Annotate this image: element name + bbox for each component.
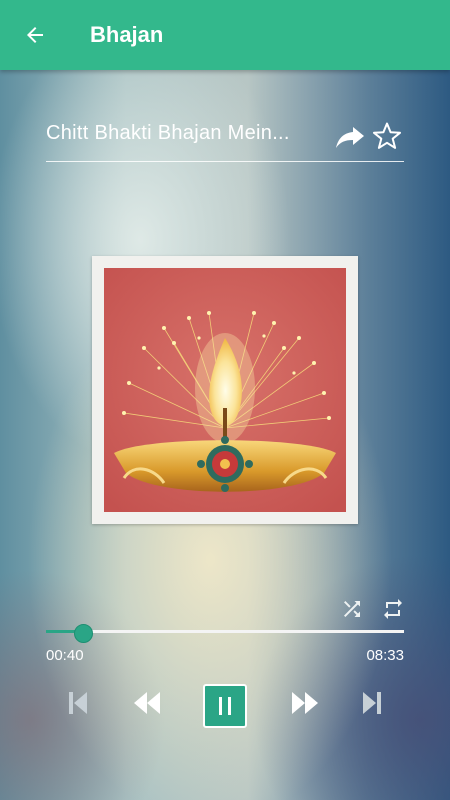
seek-thumb[interactable]: [73, 624, 93, 643]
seek-bar[interactable]: [46, 624, 404, 643]
skip-next-icon: [363, 692, 381, 714]
album-art-frame: [92, 256, 358, 524]
skip-next-button[interactable]: [360, 684, 384, 722]
diya-lamp-artwork: [104, 268, 346, 512]
share-icon[interactable]: [334, 123, 366, 151]
rewind-icon: [134, 692, 160, 714]
star-outline-icon[interactable]: [372, 121, 402, 151]
fast-forward-icon: [292, 692, 318, 714]
app-bar: Bhajan: [0, 0, 450, 70]
app-bar-title: Bhajan: [90, 22, 164, 47]
track-title-row: Chitt Bhakti Bhajan Mein...: [46, 115, 404, 162]
arrow-left-icon: [27, 27, 43, 43]
pause-icon: [219, 697, 231, 715]
album-art: [104, 268, 346, 512]
skip-previous-icon: [69, 692, 87, 714]
seek-track: [46, 630, 404, 633]
skip-previous-button[interactable]: [66, 684, 90, 722]
player-screen: Bhajan Chitt Bhakti Bhajan Mein... 00:40…: [0, 0, 450, 800]
repeat-icon[interactable]: [380, 597, 406, 621]
fast-forward-button[interactable]: [288, 684, 322, 722]
elapsed-time: 00:40: [46, 647, 84, 664]
total-duration: 08:33: [366, 647, 404, 664]
pause-button[interactable]: [203, 684, 247, 728]
track-title: Chitt Bhakti Bhajan Mein...: [46, 122, 290, 144]
shuffle-icon[interactable]: [339, 597, 365, 621]
back-button[interactable]: [0, 0, 70, 70]
rewind-button[interactable]: [130, 684, 164, 722]
